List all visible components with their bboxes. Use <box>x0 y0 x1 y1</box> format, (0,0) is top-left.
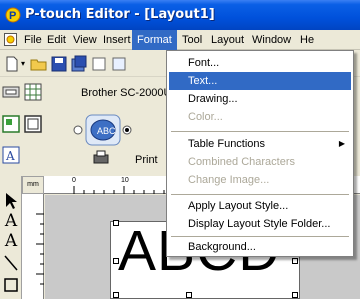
vertical-text-tool-icon[interactable]: A <box>3 232 19 250</box>
svg-text:ABC: ABC <box>97 126 116 136</box>
svg-text:P: P <box>9 10 16 22</box>
menu-item-font[interactable]: Font... <box>169 54 351 72</box>
svg-text:A: A <box>5 149 15 163</box>
menu-bar: File Edit View Insert Format Tool Layout… <box>0 30 360 50</box>
menu-item-text[interactable]: Text... <box>169 72 351 90</box>
menu-insert[interactable]: Insert <box>99 30 135 50</box>
print-icon[interactable] <box>92 150 110 166</box>
vertical-ruler <box>22 194 44 299</box>
format-menu-dropdown: Font... Text... Drawing... Color... Tabl… <box>166 50 354 257</box>
text-tool-icon[interactable]: A <box>3 212 19 230</box>
document-icon[interactable] <box>4 33 17 46</box>
menu-item-table-functions-label: Table Functions <box>188 138 266 150</box>
printer-name: Brother SC-2000U <box>81 87 172 99</box>
menu-view[interactable]: View <box>69 30 101 50</box>
menu-item-drawing[interactable]: Drawing... <box>169 90 351 108</box>
menu-help[interactable]: He <box>296 30 318 50</box>
menu-window[interactable]: Window <box>248 30 295 50</box>
menu-item-change-image: Change Image... <box>188 174 270 186</box>
toolbar-tool-icon-2[interactable] <box>110 55 128 73</box>
menu-tool[interactable]: Tool <box>178 30 206 50</box>
menu-file[interactable]: File <box>20 30 46 50</box>
title-bar[interactable]: P P-touch Editor - [Layout1] <box>0 0 360 30</box>
menu-item-color: Color... <box>188 111 223 123</box>
new-document-icon[interactable] <box>3 55 21 73</box>
window-title: P-touch Editor - [Layout1] <box>25 7 215 22</box>
menu-separator <box>171 194 349 195</box>
menu-format[interactable]: Format <box>132 30 177 50</box>
grid-icon[interactable] <box>24 83 42 101</box>
menu-layout[interactable]: Layout <box>207 30 248 50</box>
menu-item-apply-layout-style[interactable]: Apply Layout Style... <box>169 197 351 215</box>
print-button-label[interactable]: Print <box>135 154 158 166</box>
line-tool-icon[interactable] <box>3 254 19 272</box>
ruler-corner: mm <box>22 176 44 194</box>
selection-handle[interactable] <box>113 220 119 226</box>
submenu-arrow-icon: ▶ <box>338 139 345 148</box>
selection-handle[interactable] <box>113 292 119 298</box>
menu-item-table-functions[interactable]: Table Functions ▶ <box>169 135 351 153</box>
menu-item-combined-characters: Combined Characters <box>188 156 295 168</box>
selection-handle[interactable] <box>113 258 119 264</box>
menu-item-background[interactable]: Background... <box>169 238 351 256</box>
ruler-tick-0: 0 <box>72 177 76 184</box>
selection-handle[interactable] <box>292 292 298 298</box>
selection-handle[interactable] <box>292 258 298 264</box>
open-folder-icon[interactable] <box>30 55 48 73</box>
tape-type-options[interactable]: ABC <box>72 110 132 150</box>
ptouch-app-icon[interactable]: P <box>5 7 21 23</box>
save-all-icon[interactable] <box>70 55 88 73</box>
menu-item-display-layout-style-folder[interactable]: Display Layout Style Folder... <box>169 215 351 233</box>
frame-icon[interactable] <box>24 115 42 133</box>
menu-separator <box>171 236 349 237</box>
menu-edit[interactable]: Edit <box>43 30 70 50</box>
toolbar-tool-icon[interactable] <box>90 55 108 73</box>
selection-handle[interactable] <box>186 292 192 298</box>
tape-cassette-icon[interactable] <box>2 83 20 101</box>
menu-separator <box>171 131 349 132</box>
dropdown-arrow-icon[interactable]: ▾ <box>21 59 25 68</box>
drawing-tool-palette: A A <box>0 176 22 299</box>
select-arrow-icon[interactable] <box>3 192 19 210</box>
save-icon[interactable] <box>50 55 68 73</box>
text-frame-icon[interactable]: A <box>2 146 20 164</box>
ruler-tick-10: 10 <box>121 177 129 184</box>
rectangle-tool-icon[interactable] <box>3 276 19 294</box>
layout-panel-icon[interactable] <box>2 115 20 133</box>
